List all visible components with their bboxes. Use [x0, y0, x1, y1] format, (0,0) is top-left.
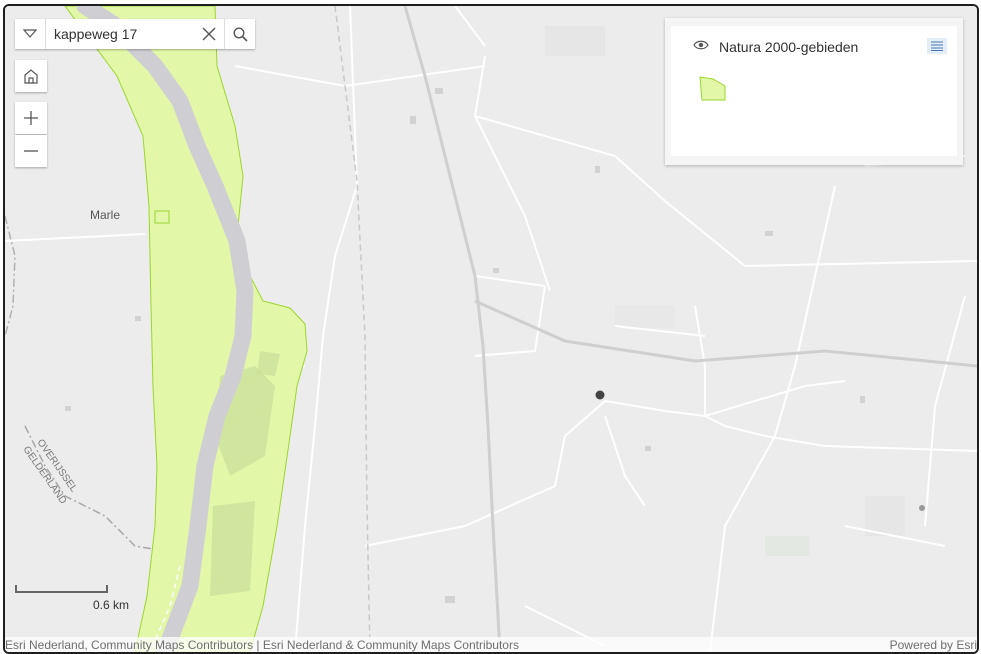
search-dropdown-button[interactable] [15, 19, 46, 49]
legend-list-button[interactable] [927, 38, 947, 54]
legend-swatch [699, 76, 726, 101]
search-icon [232, 26, 248, 42]
powered-by-esri[interactable]: Powered by Esri [890, 638, 977, 652]
location-marker [595, 390, 605, 400]
attribution-bar: Esri Nederland, Community Maps Contribut… [5, 637, 977, 652]
scale-bar [15, 585, 108, 593]
home-icon [24, 69, 38, 84]
legend-panel: Natura 2000-gebieden [665, 18, 963, 165]
close-icon [202, 27, 216, 41]
place-label-marle: Marle [90, 208, 120, 222]
list-icon [931, 41, 943, 51]
zoom-in-button[interactable] [15, 102, 47, 134]
home-button[interactable] [15, 60, 47, 92]
minus-icon [24, 150, 38, 152]
map-frame: Marle OVERIJSSEL GELDERLAND kappeweg 17 … [3, 4, 979, 654]
legend-layer-title: Natura 2000-gebieden [719, 39, 859, 55]
search-button[interactable] [224, 19, 255, 49]
attribution-text[interactable]: Esri Nederland, Community Maps Contribut… [5, 638, 519, 652]
scale-label: 0.6 km [93, 598, 130, 612]
plus-icon [24, 111, 38, 125]
clear-search-button[interactable] [194, 19, 224, 49]
search-widget: kappeweg 17 [15, 19, 255, 49]
eye-icon[interactable] [693, 39, 709, 51]
chevron-down-icon [23, 29, 37, 38]
search-input[interactable]: kappeweg 17 [46, 26, 194, 42]
zoom-out-button[interactable] [15, 135, 47, 167]
legend-content: Natura 2000-gebieden [671, 26, 957, 156]
